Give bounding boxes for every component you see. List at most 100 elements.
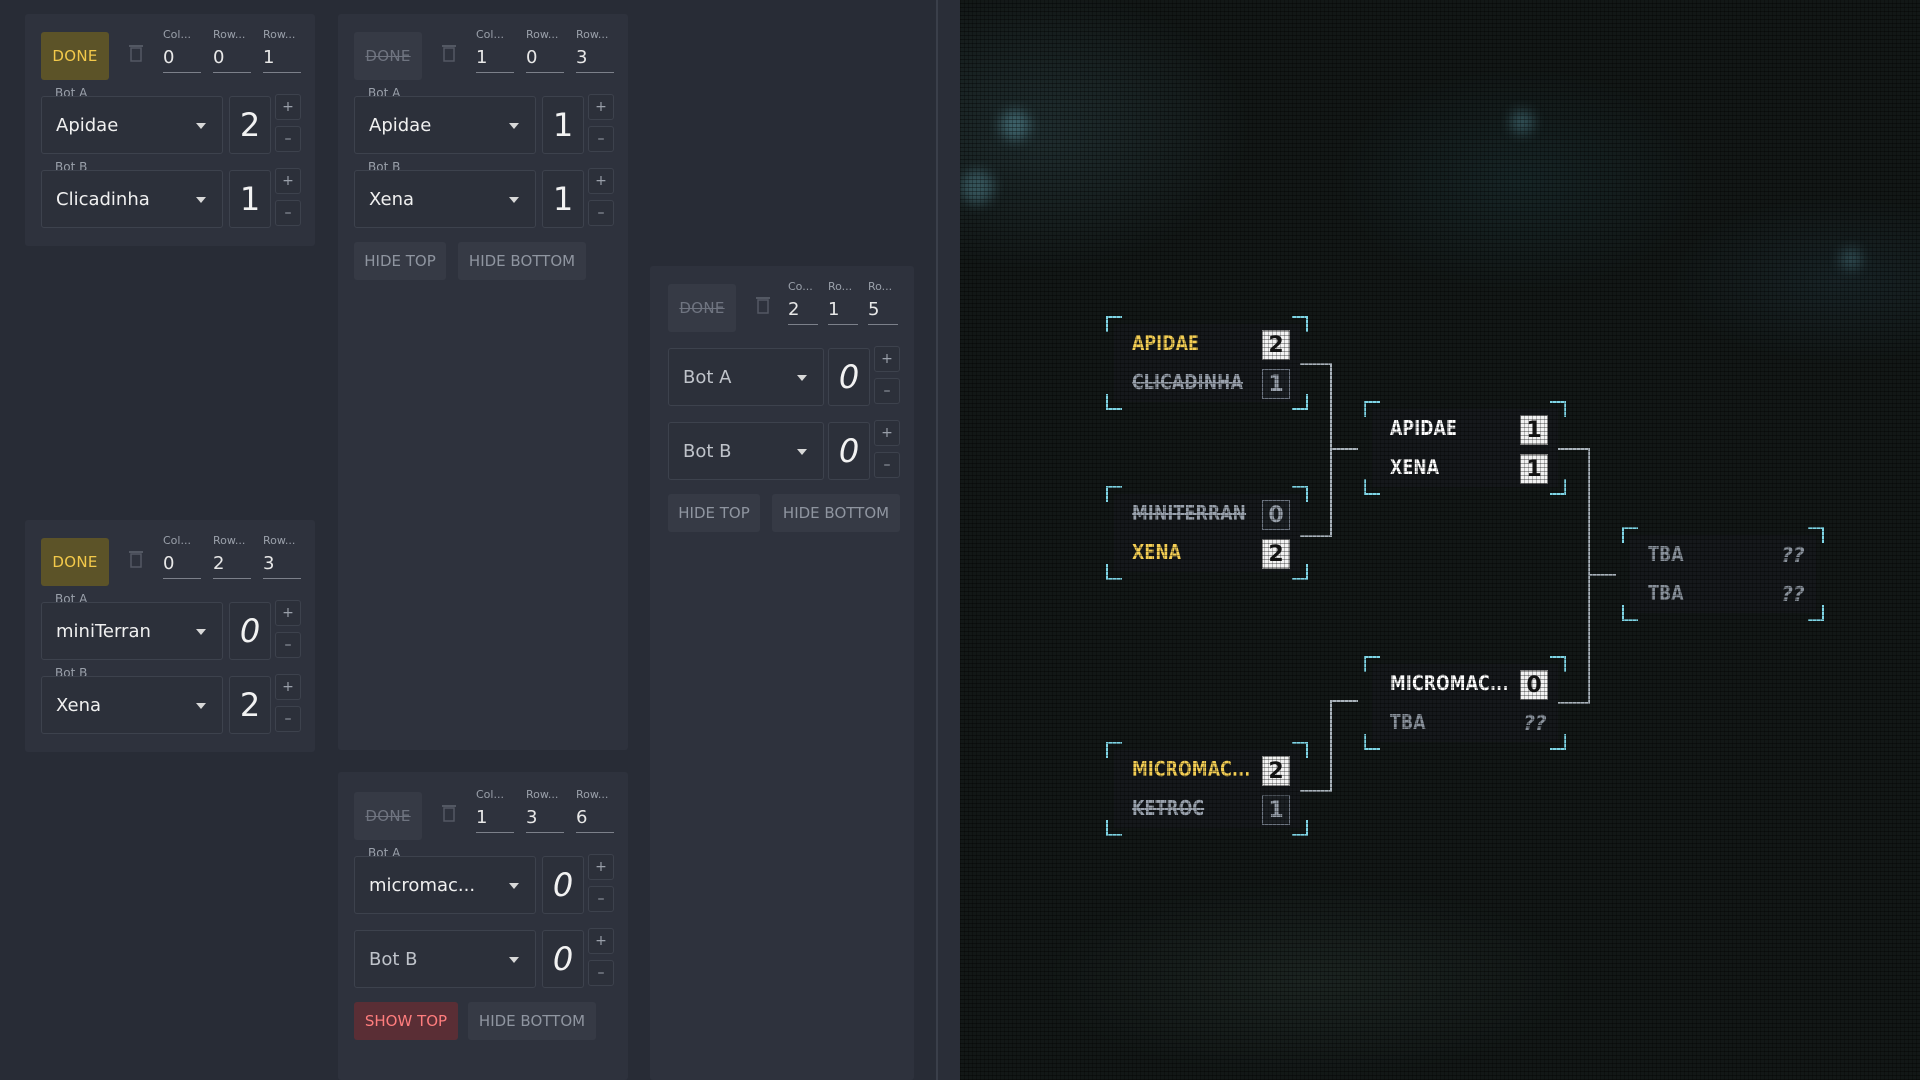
score-b-minus-button[interactable]: – <box>275 200 301 226</box>
score-b-field[interactable]: 0 <box>828 422 870 480</box>
col-field-label: Col... <box>476 788 504 801</box>
team-score: 1 <box>1520 454 1548 484</box>
bot-a-select[interactable]: Bot A <box>668 348 824 406</box>
score-b-minus-button[interactable]: – <box>588 960 614 986</box>
score-a-minus-button[interactable]: – <box>588 886 614 912</box>
score-b-plus-button[interactable]: + <box>275 168 301 194</box>
bracket-team-row: KETROC 1 <box>1114 789 1300 828</box>
col-field-label: Col... <box>163 534 191 547</box>
hide-bottom-button[interactable]: HIDE BOTTOM <box>458 242 586 280</box>
col-field[interactable]: 1 <box>476 807 514 833</box>
team-score: 1 <box>1262 795 1290 825</box>
score-a-plus-button[interactable]: + <box>275 94 301 120</box>
row-field[interactable]: 0 <box>526 47 564 73</box>
score-a-minus-button[interactable]: – <box>275 126 301 152</box>
done-button[interactable]: DONE <box>354 32 422 80</box>
row2-field[interactable]: 5 <box>868 299 898 325</box>
row2-field[interactable]: 3 <box>576 47 614 73</box>
bot-b-value: Clicadinha <box>56 188 150 210</box>
bracket-team-row: TBA ?? <box>1630 574 1816 613</box>
score-a-field[interactable]: 2 <box>229 96 271 154</box>
bracket-team-row: MINITERRAN 0 <box>1114 494 1300 533</box>
score-a-plus-button[interactable]: + <box>588 854 614 880</box>
bot-a-select[interactable]: miniTerran <box>41 602 223 660</box>
team-name: MICROMAC... <box>1132 757 1251 781</box>
row2-field[interactable]: 6 <box>576 807 614 833</box>
score-a-plus-button[interactable]: + <box>275 600 301 626</box>
bot-b-select[interactable]: Bot B <box>668 422 824 480</box>
show-top-button[interactable]: SHOW TOP <box>354 1002 458 1040</box>
col-field[interactable]: 1 <box>476 47 514 73</box>
trash-icon[interactable] <box>129 550 143 568</box>
bracket-team-row: TBA ?? <box>1372 703 1558 742</box>
score-b-minus-button[interactable]: – <box>275 706 301 732</box>
bot-b-value: Xena <box>369 188 415 210</box>
bot-b-select[interactable]: Clicadinha <box>41 170 223 228</box>
chevron-down-icon <box>196 197 206 203</box>
trash-icon[interactable] <box>756 296 770 314</box>
hide-top-button[interactable]: HIDE TOP <box>668 494 760 532</box>
row2-field[interactable]: 1 <box>263 47 301 73</box>
score-a-field[interactable]: 0 <box>542 856 584 914</box>
team-name: XENA <box>1390 455 1440 479</box>
bot-a-select[interactable]: micromac... <box>354 856 536 914</box>
score-a-plus-button[interactable]: + <box>588 94 614 120</box>
chevron-down-icon <box>509 123 519 129</box>
hide-top-button[interactable]: HIDE TOP <box>354 242 446 280</box>
col-field[interactable]: 2 <box>788 299 818 325</box>
score-a-minus-button[interactable]: – <box>588 126 614 152</box>
bracket-team-row: XENA 1 <box>1372 448 1558 487</box>
bracket-match-r2-b: MICROMAC... 0 TBA ?? <box>1364 656 1566 750</box>
background-light <box>1000 110 1030 140</box>
chevron-down-icon <box>797 449 807 455</box>
bracket-match-r1-a: APIDAE 2 CLICADINHA 1 <box>1106 316 1308 410</box>
score-a-minus-button[interactable]: – <box>874 378 900 404</box>
score-b-field[interactable]: 2 <box>229 676 271 734</box>
done-button[interactable]: DONE <box>41 538 109 586</box>
bracket-connector <box>1330 448 1358 450</box>
done-button[interactable]: DONE <box>668 284 736 332</box>
trash-icon[interactable] <box>442 804 456 822</box>
chevron-down-icon <box>509 197 519 203</box>
row-field[interactable]: 2 <box>213 553 251 579</box>
trash-icon[interactable] <box>442 44 456 62</box>
bot-b-select[interactable]: Xena <box>41 676 223 734</box>
score-b-plus-button[interactable]: + <box>588 168 614 194</box>
background-light <box>1840 248 1862 270</box>
panel-divider <box>936 0 938 1080</box>
row-field[interactable]: 3 <box>526 807 564 833</box>
col-field[interactable]: 0 <box>163 47 201 73</box>
score-b-minus-button[interactable]: – <box>588 200 614 226</box>
bot-b-select[interactable]: Bot B <box>354 930 536 988</box>
hide-bottom-button[interactable]: HIDE BOTTOM <box>468 1002 596 1040</box>
bot-a-select[interactable]: Apidae <box>354 96 536 154</box>
score-b-plus-button[interactable]: + <box>275 674 301 700</box>
score-b-plus-button[interactable]: + <box>874 420 900 446</box>
score-b-field[interactable]: 0 <box>542 930 584 988</box>
bracket-match-r1-c: MICROMAC... 2 KETROC 1 <box>1106 742 1308 836</box>
hide-bottom-button[interactable]: HIDE BOTTOM <box>772 494 900 532</box>
bot-a-select[interactable]: Apidae <box>41 96 223 154</box>
row2-field[interactable]: 3 <box>263 553 301 579</box>
score-a-field[interactable]: 1 <box>542 96 584 154</box>
score-b-minus-button[interactable]: – <box>874 452 900 478</box>
bracket-match-final: TBA ?? TBA ?? <box>1622 527 1824 621</box>
score-a-field[interactable]: 0 <box>229 602 271 660</box>
score-a-field[interactable]: 0 <box>828 348 870 406</box>
done-button[interactable]: DONE <box>354 792 422 840</box>
bracket-connector <box>1588 574 1616 576</box>
score-b-field[interactable]: 1 <box>229 170 271 228</box>
trash-icon[interactable] <box>129 44 143 62</box>
row-field[interactable]: 1 <box>828 299 858 325</box>
row-field[interactable]: 0 <box>213 47 251 73</box>
score-a-plus-button[interactable]: + <box>874 346 900 372</box>
match-card-2-1: DONE Co... 2 Ro... 1 Ro... 5 Bot A 0 + –… <box>650 266 914 546</box>
score-b-plus-button[interactable]: + <box>588 928 614 954</box>
bracket-team-row: APIDAE 2 <box>1114 324 1300 363</box>
col-field[interactable]: 0 <box>163 553 201 579</box>
done-button[interactable]: DONE <box>41 32 109 80</box>
score-a-minus-button[interactable]: – <box>275 632 301 658</box>
bot-b-select[interactable]: Xena <box>354 170 536 228</box>
team-score: 1 <box>1520 415 1548 445</box>
score-b-field[interactable]: 1 <box>542 170 584 228</box>
